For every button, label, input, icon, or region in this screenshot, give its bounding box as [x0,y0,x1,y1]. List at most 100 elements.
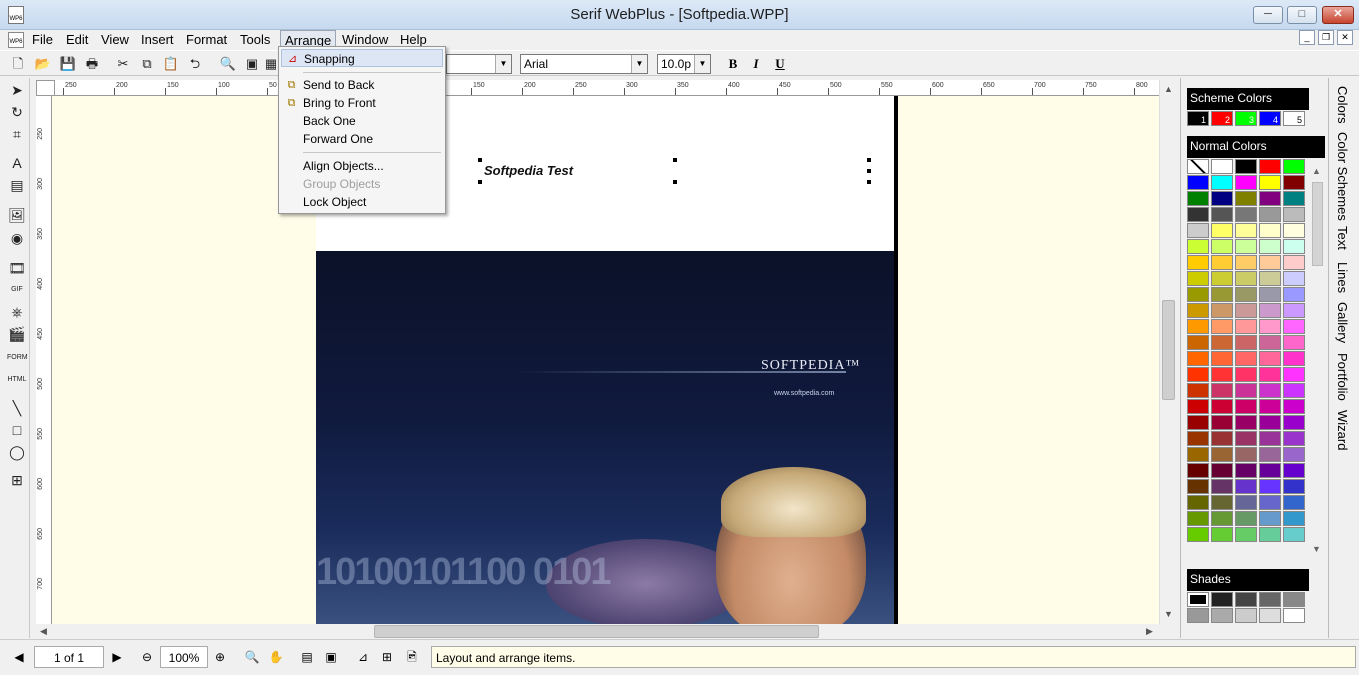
scroll-up-arrow-icon[interactable]: ▲ [1161,82,1176,97]
menu-item-snapping[interactable]: ⊿ Snapping [281,49,443,67]
scroll-left-arrow-icon[interactable]: ◀ [36,624,51,639]
color-swatch[interactable] [1211,495,1233,510]
shade-swatch[interactable] [1211,608,1233,623]
layout-icon[interactable]: ⊞ [378,646,396,668]
menu-edit[interactable]: Edit [62,30,92,50]
color-swatch[interactable] [1259,399,1281,414]
undo-redo-icon[interactable]: ⮌ [185,54,205,74]
color-swatch[interactable] [1283,207,1305,222]
color-swatch[interactable] [1283,271,1305,286]
package-tool-icon[interactable]: ⎈ [7,302,27,322]
color-swatch[interactable] [1235,207,1257,222]
previous-page-icon[interactable]: ◀ [10,646,28,668]
color-swatch[interactable] [1187,239,1209,254]
color-swatch[interactable] [1259,367,1281,382]
scheme-color-swatch[interactable]: 5 [1283,111,1305,126]
document-icon[interactable]: WP6 [8,32,24,48]
menu-view[interactable]: View [97,30,133,50]
media-tool-icon[interactable]: 🎞 [7,258,27,278]
selection-handle[interactable] [867,180,871,184]
horizontal-scroll-thumb[interactable] [374,625,819,638]
color-swatch[interactable] [1259,335,1281,350]
color-swatch[interactable] [1283,367,1305,382]
color-swatch[interactable] [1235,335,1257,350]
selection-handle[interactable] [867,169,871,173]
publish-icon[interactable]: ▦ [264,54,278,74]
pan-hand-icon[interactable]: ✋ [267,646,285,668]
menu-insert[interactable]: Insert [137,30,178,50]
animation-tool-icon[interactable]: 🎬 [7,324,27,344]
color-swatch[interactable] [1211,159,1233,174]
color-swatch[interactable] [1259,511,1281,526]
color-swatch[interactable] [1187,319,1209,334]
color-swatch[interactable] [1187,399,1209,414]
tab-portfolio[interactable]: Portfolio [1335,353,1350,401]
pasteboard[interactable]: Softpedia Test SOFTPEDIA™ www.softpedia.… [52,96,1159,624]
color-swatch[interactable] [1187,495,1209,510]
open-folder-icon[interactable]: 📂 [33,54,53,74]
menu-file[interactable]: File [28,30,57,50]
color-swatch[interactable] [1235,351,1257,366]
colors-scroll-up-icon[interactable]: ▲ [1312,166,1321,176]
shade-swatch[interactable] [1187,608,1209,623]
color-swatch[interactable] [1283,159,1305,174]
scheme-color-swatch[interactable]: 3 [1235,111,1257,126]
shade-swatch[interactable] [1283,608,1305,623]
page-preview-icon[interactable]: ▣ [242,54,262,74]
color-swatch[interactable] [1283,175,1305,190]
snapping-toggle-icon[interactable]: ⊿ [354,646,372,668]
colors-scrollbar[interactable]: ▲ ▼ [1312,160,1324,558]
color-swatch[interactable] [1187,479,1209,494]
horizontal-ruler[interactable]: 2502001501005005010015020025030035040045… [55,80,1159,96]
color-swatch[interactable] [1235,191,1257,206]
color-swatch[interactable] [1283,255,1305,270]
import-picture-icon[interactable]: ◉ [7,228,27,248]
color-swatch[interactable] [1235,447,1257,462]
color-swatch[interactable] [1187,383,1209,398]
color-swatch[interactable] [1283,287,1305,302]
tab-color-schemes[interactable]: Color Schemes [1335,132,1350,221]
color-swatch[interactable] [1211,175,1233,190]
color-swatch[interactable] [1235,303,1257,318]
tab-colors[interactable]: Colors [1335,86,1350,124]
tab-gallery[interactable]: Gallery [1335,302,1350,343]
color-swatch[interactable] [1211,431,1233,446]
vertical-scrollbar[interactable]: ▲ ▼ [1159,80,1176,624]
underline-button[interactable]: U [770,54,790,74]
color-swatch[interactable] [1211,207,1233,222]
color-swatch[interactable] [1283,415,1305,430]
minimize-button[interactable]: ─ [1253,6,1283,24]
color-swatch[interactable] [1283,431,1305,446]
ruler-corner[interactable] [36,80,55,96]
color-swatch[interactable] [1235,175,1257,190]
menu-item-forward-one[interactable]: Forward One [281,130,443,148]
color-swatch[interactable] [1211,399,1233,414]
tab-text[interactable]: Text [1335,226,1350,250]
color-swatch[interactable] [1283,239,1305,254]
pointer-tool-icon[interactable]: ➤ [7,80,27,100]
menu-tools[interactable]: Tools [236,30,274,50]
color-swatch[interactable] [1259,463,1281,478]
color-swatch[interactable] [1259,159,1281,174]
ellipse-tool-icon[interactable]: ◯ [7,442,27,462]
color-swatch[interactable] [1259,479,1281,494]
color-swatch[interactable] [1211,191,1233,206]
color-swatch[interactable] [1235,415,1257,430]
color-swatch[interactable] [1187,223,1209,238]
scroll-down-arrow-icon[interactable]: ▼ [1161,607,1176,622]
color-swatch[interactable] [1283,335,1305,350]
color-swatch[interactable] [1283,351,1305,366]
shade-swatch[interactable] [1283,592,1305,607]
color-swatch[interactable] [1235,319,1257,334]
colors-scroll-down-icon[interactable]: ▼ [1312,544,1321,554]
color-swatch[interactable] [1211,383,1233,398]
color-swatch[interactable] [1259,431,1281,446]
copy-icon[interactable]: ⧉ [137,54,157,74]
rectangle-tool-icon[interactable]: □ [7,420,27,440]
preview-icon[interactable]: 🔍 [218,54,238,74]
menu-item-send-to-back[interactable]: ⧉ Send to Back [281,76,443,94]
scheme-color-swatch[interactable]: 2 [1211,111,1233,126]
color-swatch[interactable] [1187,287,1209,302]
color-swatch[interactable] [1187,159,1209,174]
color-swatch[interactable] [1259,383,1281,398]
